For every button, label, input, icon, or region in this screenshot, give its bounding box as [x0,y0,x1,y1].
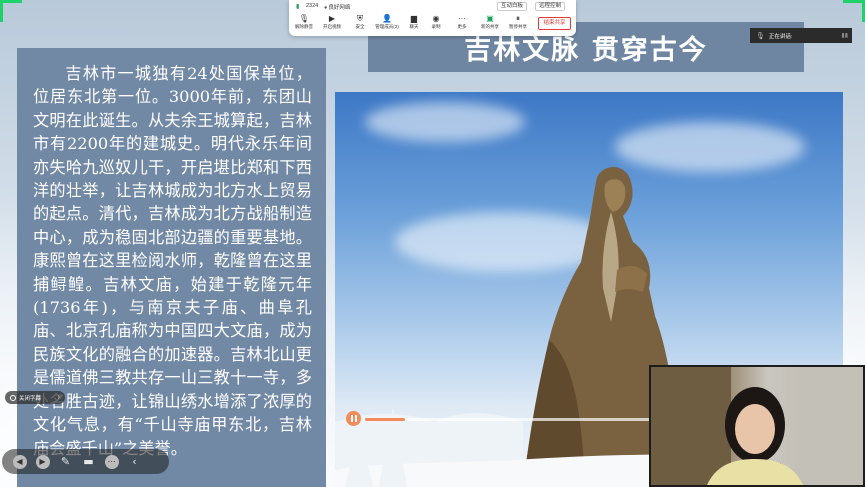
interactive-whiteboard-button[interactable]: 互动白板 [497,2,528,11]
microphone-icon: 🎙 [756,32,765,40]
webcam-person-image [651,367,863,485]
active-speaker-tile[interactable]: 🎙 正在讲话: ▮▮ [750,28,852,43]
more-button[interactable]: ··· 更多 [449,14,475,34]
meeting-id: 2324 [306,3,319,9]
end-share-button[interactable]: 结束共享 [538,17,571,30]
pause-icon[interactable] [346,411,361,426]
pause-share-icon: ⏸ [516,14,520,23]
meeting-toolbar: ▮ 2324 良好网络 互动白板 远程控制 🎙解除静音 ▶开启视频 ⛨安全 👤管… [289,0,576,36]
share-screen-icon: ▣ [486,14,494,23]
more-icon[interactable]: ⋯ [100,452,123,472]
captions-label: 关闭字幕 [19,395,42,402]
video-progress-bar[interactable] [365,418,650,421]
shield-icon: ⛨ [357,14,363,23]
signal-bars-icon: ▮ [296,4,300,10]
share-border-corner-tl [0,0,22,3]
manage-participants-button[interactable]: 👤 管理成员(2) [373,14,401,34]
toolbar-label: 聊天 [409,24,419,29]
snowy-tree [345,427,373,487]
next-icon[interactable]: ▶ [31,452,54,472]
screen-icon[interactable]: ▬ [77,452,100,472]
slideshow-controls: ◀ ▶ ✎ ▬ ⋯ ‹ [2,449,169,474]
toolbar-label: 管理成员(2) [375,24,399,29]
remote-control-button[interactable]: 远程控制 [535,2,566,11]
participants-icon: 👤 [382,14,392,23]
toolbar-label: 新的共享 [481,24,499,29]
new-share-button[interactable]: ▣ 新的共享 [477,14,503,34]
chevron-left-icon[interactable]: ‹ [123,452,146,472]
captions-icon [10,394,16,401]
video-camera-icon: ▶ [328,14,336,23]
speaker-activity-icon: ▮▮ [841,33,848,39]
network-status: 良好网络 [324,3,350,11]
unmute-button[interactable]: 🎙 解除静音 [291,14,317,34]
start-video-button[interactable]: ▶ 开启视频 [319,14,345,34]
more-icon: ··· [458,14,466,23]
toolbar-label: 录制 [431,24,441,29]
record-button[interactable]: ◉ 录制 [423,14,449,34]
toolbar-label: 安全 [355,24,365,29]
previous-icon[interactable]: ◀ [8,452,31,472]
toolbar-label: 解除静音 [295,24,313,29]
toolbar-label: 更多 [457,24,467,29]
webcam-video[interactable] [649,365,865,487]
toolbar-label: 暂停共享 [509,24,527,29]
toolbar-label: 开启视频 [323,24,341,29]
chevron-right-icon: › [57,394,60,401]
toolbar-status-row: ▮ 2324 良好网络 互动白板 远程控制 [289,0,576,13]
close-captions-button[interactable]: 关闭字幕 › [5,391,65,404]
share-border-corner-tl-v [0,0,3,22]
record-icon: ◉ [432,14,440,23]
microphone-icon: 🎙 [298,14,310,23]
pen-icon[interactable]: ✎ [54,452,77,472]
active-speaker-label: 正在讲话: [768,33,793,40]
pause-share-button[interactable]: ⏸ 暂停共享 [505,14,531,34]
video-progress-fill [365,418,405,421]
slide-body-text: 吉林市一城独有24处国保单位，位居东北第一位。3000年前，东团山文明在此诞生。… [17,48,326,487]
security-button[interactable]: ⛨ 安全 [347,14,373,34]
